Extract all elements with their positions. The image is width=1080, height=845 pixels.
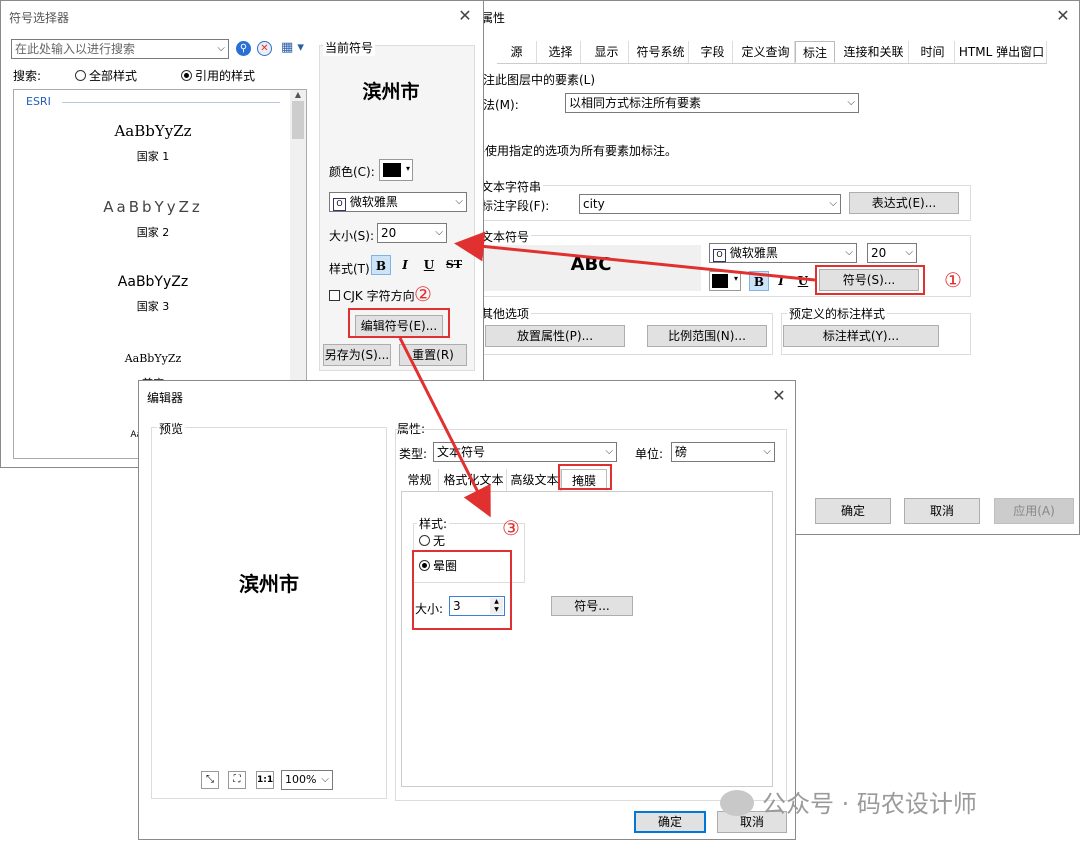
wechat-icon (720, 790, 754, 816)
arrow-to-editor (398, 337, 491, 518)
annotation-arrows (398, 231, 816, 518)
watermark-text: 公众号 · 码农设计师 (762, 790, 977, 818)
arrow-to-symbol-selector (454, 231, 816, 282)
watermark: 公众号 · 码农设计师 (720, 784, 977, 819)
